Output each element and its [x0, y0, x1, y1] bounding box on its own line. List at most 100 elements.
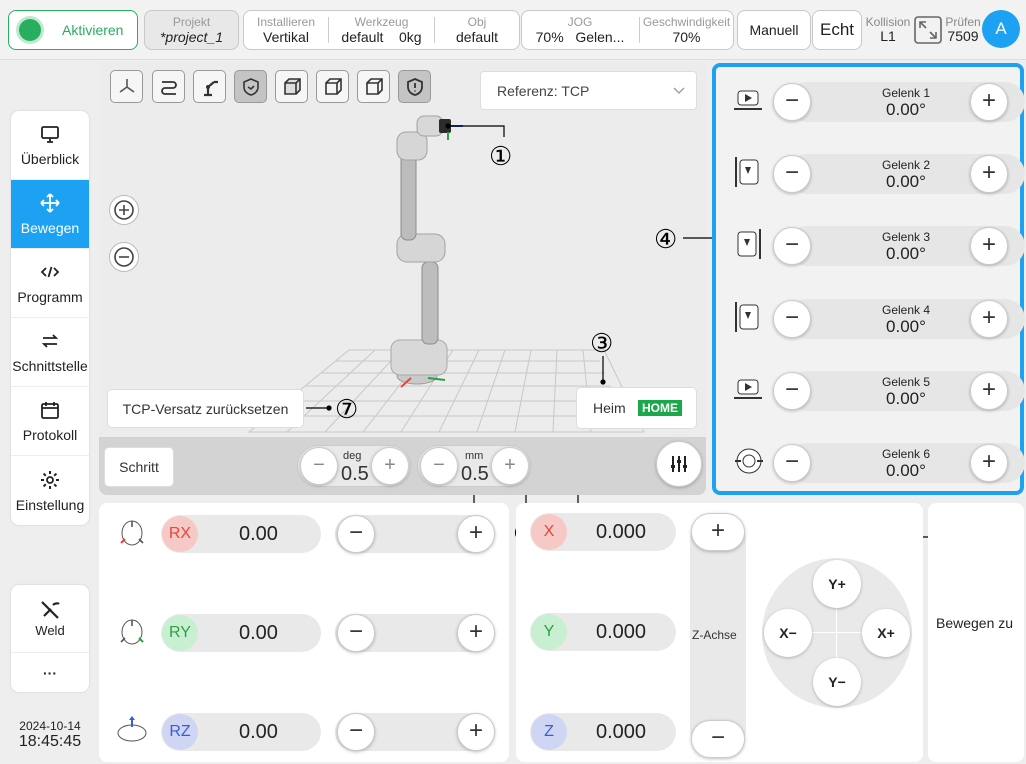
rz-field[interactable]: RZ 0.00 — [161, 713, 321, 751]
y-field[interactable]: Y 0.000 — [530, 613, 676, 651]
view-shield-button[interactable] — [234, 70, 267, 103]
deg-increase-button[interactable]: + — [371, 447, 409, 485]
obj-cell[interactable]: Obj default — [435, 11, 519, 49]
reference-dropdown[interactable]: Referenz: TCP — [480, 71, 697, 110]
project-value: *project_1 — [159, 29, 224, 45]
view-safety-button[interactable] — [398, 70, 431, 103]
x-plus-button[interactable]: X+ — [862, 609, 910, 657]
top-bar: Aktivieren Projekt *project_1 Installier… — [0, 0, 1026, 60]
nav-item-weld[interactable]: Weld — [11, 585, 89, 653]
install-cell[interactable]: Installieren Vertikal — [244, 11, 328, 49]
mm-value[interactable]: 0.5 — [461, 463, 489, 486]
joint-1-decrease-button[interactable]: − — [773, 83, 811, 121]
step-settings-button[interactable] — [656, 441, 702, 487]
joint-5-decrease-button[interactable]: − — [773, 372, 811, 410]
collision-indicator[interactable]: Kollision L1 — [864, 15, 912, 43]
view-iso-button[interactable] — [110, 70, 143, 103]
rz-rotation-icon — [117, 716, 147, 742]
rx-field[interactable]: RX 0.00 — [161, 515, 321, 553]
z-minus-button[interactable]: − — [691, 720, 745, 758]
ry-increase-button[interactable]: + — [457, 614, 495, 652]
deg-decrease-button[interactable]: − — [300, 447, 338, 485]
move-to-button[interactable]: Bewegen zu — [928, 503, 1024, 762]
joint-2-decrease-button[interactable]: − — [773, 155, 811, 193]
speed-value: 70% — [672, 29, 701, 45]
chevron-down-icon — [673, 87, 685, 94]
joint-2-icon — [735, 157, 759, 187]
manual-button[interactable]: Manuell — [737, 10, 811, 50]
tool-value: default — [341, 29, 384, 45]
nav-item-program[interactable]: Programm — [11, 249, 89, 318]
more-button[interactable]: ··· — [11, 653, 89, 692]
activate-button[interactable]: Aktivieren — [8, 10, 138, 50]
speed-cell[interactable]: Geschwindigkeit 70% — [639, 11, 734, 49]
joint-6-increase-button[interactable]: + — [970, 444, 1008, 482]
translation-panel: X 0.000 Y 0.000 Z 0.000 + Z-Achse − Y+ Y… — [516, 503, 923, 762]
expand-icon[interactable] — [914, 16, 942, 44]
ry-field[interactable]: RY 0.00 — [161, 614, 321, 652]
zoom-in-button[interactable] — [109, 195, 139, 225]
step-button[interactable]: Schritt — [104, 447, 174, 487]
nav-item-settings[interactable]: Einstellung — [11, 456, 89, 525]
joint-4-decrease-button[interactable]: − — [773, 300, 811, 338]
safety-shield-icon — [406, 77, 423, 96]
view-robot-button[interactable] — [193, 70, 226, 103]
collision-label: Kollision — [865, 15, 911, 29]
nav-item-move[interactable]: Bewegen — [11, 180, 89, 249]
joint-row-4: Gelenk 4 0.00° − + — [732, 294, 1025, 340]
deg-value[interactable]: 0.5 — [341, 463, 369, 486]
project-selector[interactable]: Projekt *project_1 — [144, 10, 239, 50]
x-field[interactable]: X 0.000 — [530, 513, 676, 551]
mm-increase-button[interactable]: + — [491, 447, 529, 485]
reset-tcp-offset-button[interactable]: TCP-Versatz zurücksetzen — [107, 389, 304, 428]
x-badge: X — [531, 514, 567, 550]
joint-5-icon — [734, 379, 762, 399]
view-cube-front-button[interactable] — [275, 70, 308, 103]
cube-top-icon — [324, 77, 342, 95]
zoom-out-button[interactable] — [109, 242, 139, 272]
rz-decrease-button[interactable]: − — [337, 713, 375, 751]
avatar[interactable]: A — [982, 10, 1020, 48]
y-badge: Y — [531, 614, 567, 650]
home-badge: HOME — [638, 400, 682, 416]
view-cube-side-button[interactable] — [357, 70, 390, 103]
jog-speed-group[interactable]: JOG 70% Gelen... Geschwindigkeit 70% — [521, 10, 734, 50]
view-cube-top-button[interactable] — [316, 70, 349, 103]
z-badge: Z — [531, 714, 567, 750]
joint-3-decrease-button[interactable]: − — [773, 227, 811, 265]
ry-decrease-button[interactable]: − — [337, 614, 375, 652]
tool-cell[interactable]: Werkzeug default 0kg — [329, 11, 434, 49]
jog-cell[interactable]: JOG 70% Gelen... — [522, 11, 638, 49]
view-path-button[interactable] — [152, 70, 185, 103]
real-mode-button[interactable]: Echt — [812, 10, 862, 50]
move-arrows-icon — [40, 193, 60, 213]
joint-5-increase-button[interactable]: + — [970, 372, 1008, 410]
check-indicator[interactable]: Prüfen 7509 — [944, 15, 982, 43]
zoom-out-icon — [114, 247, 134, 267]
mm-decrease-button[interactable]: − — [420, 447, 458, 485]
joint-2-increase-button[interactable]: + — [970, 155, 1008, 193]
z-plus-button[interactable]: + — [691, 513, 745, 551]
home-button[interactable]: Heim HOME — [576, 387, 697, 429]
cube-front-icon — [283, 77, 301, 95]
jog-mode: Gelen... — [575, 29, 625, 45]
joint-4-increase-button[interactable]: + — [970, 300, 1008, 338]
nav-item-overview[interactable]: Überblick — [11, 111, 89, 180]
rz-increase-button[interactable]: + — [457, 713, 495, 751]
mm-stepper[interactable]: − mm 0.5 + — [417, 445, 531, 487]
x-minus-button[interactable]: X− — [764, 609, 812, 657]
deg-unit: deg — [343, 450, 362, 462]
joint-row-2: Gelenk 2 0.00° − + — [732, 149, 1025, 195]
joint-3-increase-button[interactable]: + — [970, 227, 1008, 265]
y-plus-button[interactable]: Y+ — [813, 560, 861, 608]
y-minus-button[interactable]: Y− — [813, 658, 861, 706]
z-field[interactable]: Z 0.000 — [530, 713, 676, 751]
config-group[interactable]: Installieren Vertikal Werkzeug default 0… — [243, 10, 520, 50]
rx-decrease-button[interactable]: − — [337, 515, 375, 553]
deg-stepper[interactable]: − deg 0.5 + — [297, 445, 411, 487]
nav-item-interface[interactable]: Schnittstelle — [11, 318, 89, 387]
joint-6-decrease-button[interactable]: − — [773, 444, 811, 482]
nav-item-log[interactable]: Protokoll — [11, 387, 89, 456]
joint-1-increase-button[interactable]: + — [970, 83, 1008, 121]
rx-increase-button[interactable]: + — [457, 515, 495, 553]
